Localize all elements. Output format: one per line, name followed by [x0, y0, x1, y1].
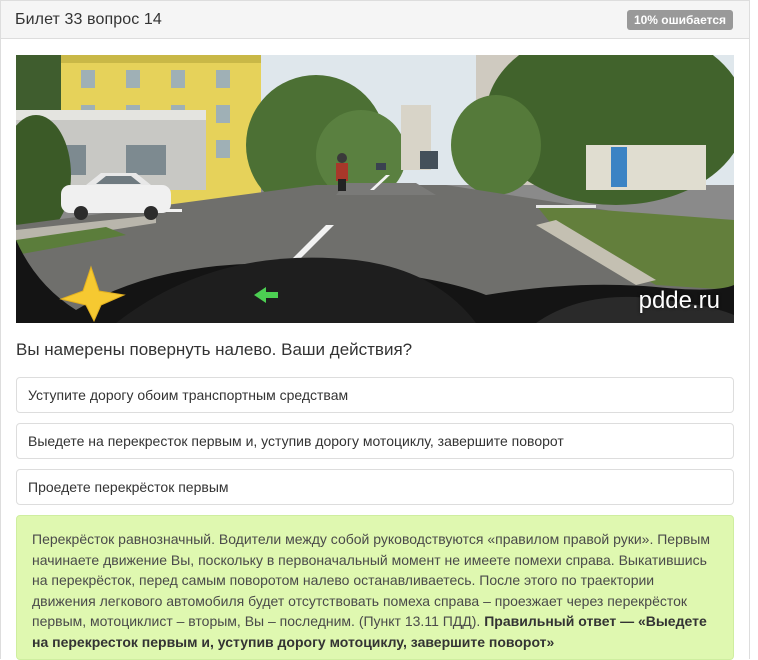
question-card: Билет 33 вопрос 14 10% ошибается pdde.ru…: [0, 0, 750, 660]
explanation-box: Перекрёсток равнозначный. Водители между…: [16, 515, 734, 660]
answer-option-3[interactable]: Проедете перекрёсток первым: [16, 469, 734, 505]
answer-option-2[interactable]: Выедете на перекресток первым и, уступив…: [16, 423, 734, 459]
question-image: pdde.ru: [16, 55, 734, 323]
question-text: Вы намерены повернуть налево. Ваши дейст…: [16, 340, 413, 359]
watermark: pdde.ru: [638, 287, 720, 314]
card-header: Билет 33 вопрос 14 10% ошибается: [1, 1, 749, 39]
answer-option-1[interactable]: Уступите дорогу обоим транспортным средс…: [16, 377, 734, 413]
intersection-scene: [16, 55, 734, 323]
ticket-title: Билет 33 вопрос 14: [15, 10, 162, 28]
error-rate-badge: 10% ошибается: [626, 9, 733, 30]
